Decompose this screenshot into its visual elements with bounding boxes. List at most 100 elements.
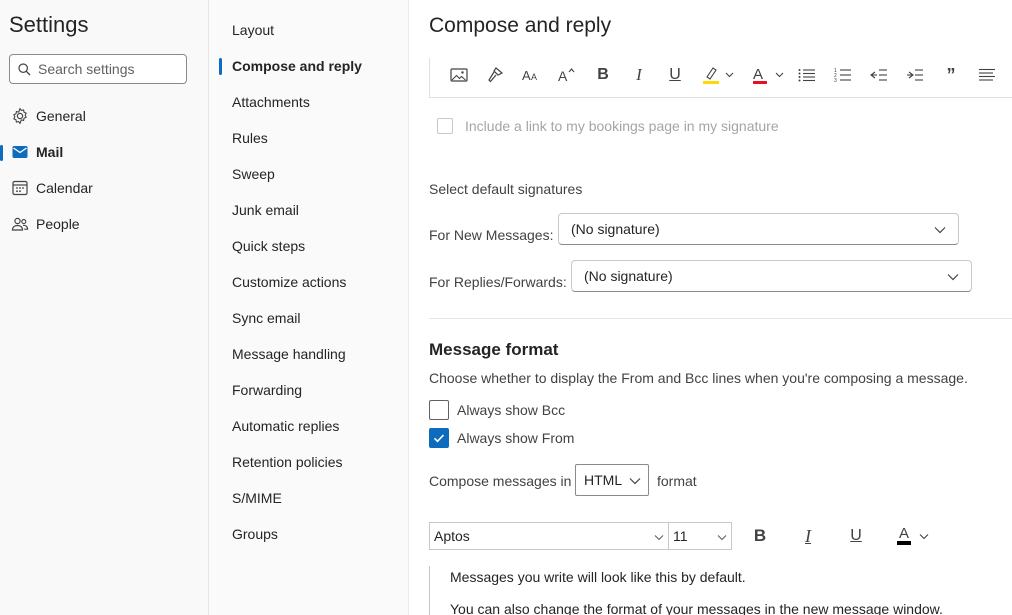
mail-nav-label: Attachments: [232, 94, 310, 110]
always-show-from-checkbox[interactable]: [429, 428, 449, 448]
bold-icon[interactable]: B: [592, 62, 614, 88]
bold-button[interactable]: B: [749, 524, 771, 548]
page-title: Compose and reply: [429, 14, 612, 37]
mail-nav-label: Junk email: [232, 202, 299, 218]
mail-nav-rules[interactable]: Rules: [209, 123, 407, 153]
chevron-down-icon: [934, 221, 946, 237]
always-show-bcc-checkbox[interactable]: [429, 400, 449, 420]
message-format-description: Choose whether to display the From and B…: [429, 370, 968, 386]
search-settings-box[interactable]: [9, 54, 187, 84]
nav-item-people[interactable]: People: [0, 209, 207, 239]
highlight-icon[interactable]: [698, 62, 740, 88]
preview-line-1: Messages you write will look like this b…: [450, 569, 746, 585]
mail-nav-label: Automatic replies: [232, 418, 340, 434]
compose-format-dropdown[interactable]: HTML: [575, 464, 649, 496]
section-divider: [429, 318, 1012, 319]
font-size-dropdown[interactable]: 11: [668, 522, 732, 550]
mail-nav-retention-policies[interactable]: Retention policies: [209, 447, 407, 477]
nav-item-label: General: [36, 108, 86, 124]
mail-nav-label: Sweep: [232, 166, 275, 182]
font-size-icon[interactable]: AA: [520, 62, 542, 88]
mail-nav-label: Quick steps: [232, 238, 306, 254]
font-color-button[interactable]: A: [891, 524, 935, 548]
dropdown-value: (No signature): [571, 221, 660, 237]
italic-button[interactable]: I: [797, 524, 819, 548]
always-show-bcc-label: Always show Bcc: [457, 402, 566, 418]
settings-title: Settings: [9, 12, 89, 37]
calendar-icon: [11, 179, 29, 197]
align-icon[interactable]: [976, 62, 998, 88]
signature-editor-toolbar: AA A B I U A 123 ”: [429, 58, 1012, 98]
bullets-icon[interactable]: [796, 62, 818, 88]
default-signatures-label: Select default signatures: [429, 181, 583, 197]
nav-item-general[interactable]: General: [0, 101, 207, 131]
italic-icon[interactable]: I: [628, 62, 650, 88]
decrease-indent-icon[interactable]: [868, 62, 890, 88]
chevron-down-icon: [919, 527, 929, 545]
mail-nav-message-handling[interactable]: Message handling: [209, 339, 407, 369]
settings-nav-pane: Settings General Mail Calendar People: [0, 0, 209, 615]
svg-text:A: A: [522, 68, 531, 82]
message-format-title: Message format: [429, 340, 559, 359]
search-settings-input[interactable]: [38, 59, 178, 79]
mail-nav-label: Customize actions: [232, 274, 347, 290]
bookings-link-checkbox-row[interactable]: Include a link to my bookings page in my…: [437, 118, 779, 134]
mail-nav-smime[interactable]: S/MIME: [209, 483, 407, 513]
mail-nav-sweep[interactable]: Sweep: [209, 159, 407, 189]
chevron-down-icon: [717, 528, 727, 544]
dropdown-value: (No signature): [584, 268, 673, 284]
chevron-down-icon: [629, 472, 641, 488]
format-painter-icon[interactable]: [484, 62, 506, 88]
mail-nav-groups[interactable]: Groups: [209, 519, 407, 549]
mail-nav-forwarding[interactable]: Forwarding: [209, 375, 407, 405]
mail-nav-layout[interactable]: Layout: [209, 15, 407, 45]
font-color-icon[interactable]: A: [748, 62, 790, 88]
mail-nav-attachments[interactable]: Attachments: [209, 87, 407, 117]
dropdown-value: HTML: [584, 472, 623, 488]
checkmark-icon: [433, 434, 445, 443]
bookings-link-checkbox[interactable]: [437, 118, 453, 134]
people-icon: [11, 215, 29, 233]
grow-font-icon[interactable]: A: [556, 62, 578, 88]
underline-button[interactable]: U: [845, 524, 867, 548]
underline-icon[interactable]: U: [664, 62, 686, 88]
svg-text:A: A: [558, 68, 568, 83]
chevron-down-icon: [947, 268, 959, 284]
mail-nav-label: Compose and reply: [232, 58, 362, 74]
quote-icon[interactable]: ”: [940, 62, 962, 88]
mail-nav-label: Sync email: [232, 310, 301, 326]
mail-settings-nav: Layout Compose and reply Attachments Rul…: [209, 0, 409, 615]
mail-nav-automatic-replies[interactable]: Automatic replies: [209, 411, 407, 441]
format-suffix-label: format: [657, 473, 697, 489]
always-show-from-label: Always show From: [457, 430, 575, 446]
insert-picture-icon[interactable]: [448, 62, 470, 88]
preview-line-2: You can also change the format of your m…: [450, 601, 943, 615]
mail-nav-quick-steps[interactable]: Quick steps: [209, 231, 407, 261]
replies-signature-dropdown[interactable]: (No signature): [571, 260, 972, 292]
numbering-icon[interactable]: 123: [832, 62, 854, 88]
mail-icon: [11, 143, 29, 161]
mail-nav-customize-actions[interactable]: Customize actions: [209, 267, 407, 297]
mail-nav-junk-email[interactable]: Junk email: [209, 195, 407, 225]
always-show-bcc-row[interactable]: Always show Bcc: [429, 400, 565, 420]
nav-item-mail[interactable]: Mail: [0, 137, 207, 167]
mail-nav-label: Forwarding: [232, 382, 303, 398]
svg-text:A: A: [531, 72, 537, 82]
format-preview: Messages you write will look like this b…: [429, 566, 1012, 615]
mail-nav-compose-and-reply[interactable]: Compose and reply: [209, 51, 407, 81]
font-name-dropdown[interactable]: Aptos: [429, 522, 669, 550]
nav-item-calendar[interactable]: Calendar: [0, 173, 207, 203]
svg-text:A: A: [753, 66, 763, 83]
mail-nav-label: Layout: [232, 22, 275, 38]
gear-icon: [11, 107, 29, 125]
font-size-value: 11: [673, 528, 688, 544]
increase-indent-icon[interactable]: [904, 62, 926, 88]
compose-and-reply-panel: Compose and reply AA A B I U A 123 ” Inc…: [409, 0, 1012, 615]
always-show-from-row[interactable]: Always show From: [429, 428, 574, 448]
mail-nav-label: Rules: [232, 130, 268, 146]
mail-nav-label: Retention policies: [232, 454, 343, 470]
new-messages-signature-dropdown[interactable]: (No signature): [558, 213, 959, 245]
font-name-value: Aptos: [434, 528, 470, 544]
chevron-down-icon: [654, 528, 664, 544]
mail-nav-sync-email[interactable]: Sync email: [209, 303, 407, 333]
